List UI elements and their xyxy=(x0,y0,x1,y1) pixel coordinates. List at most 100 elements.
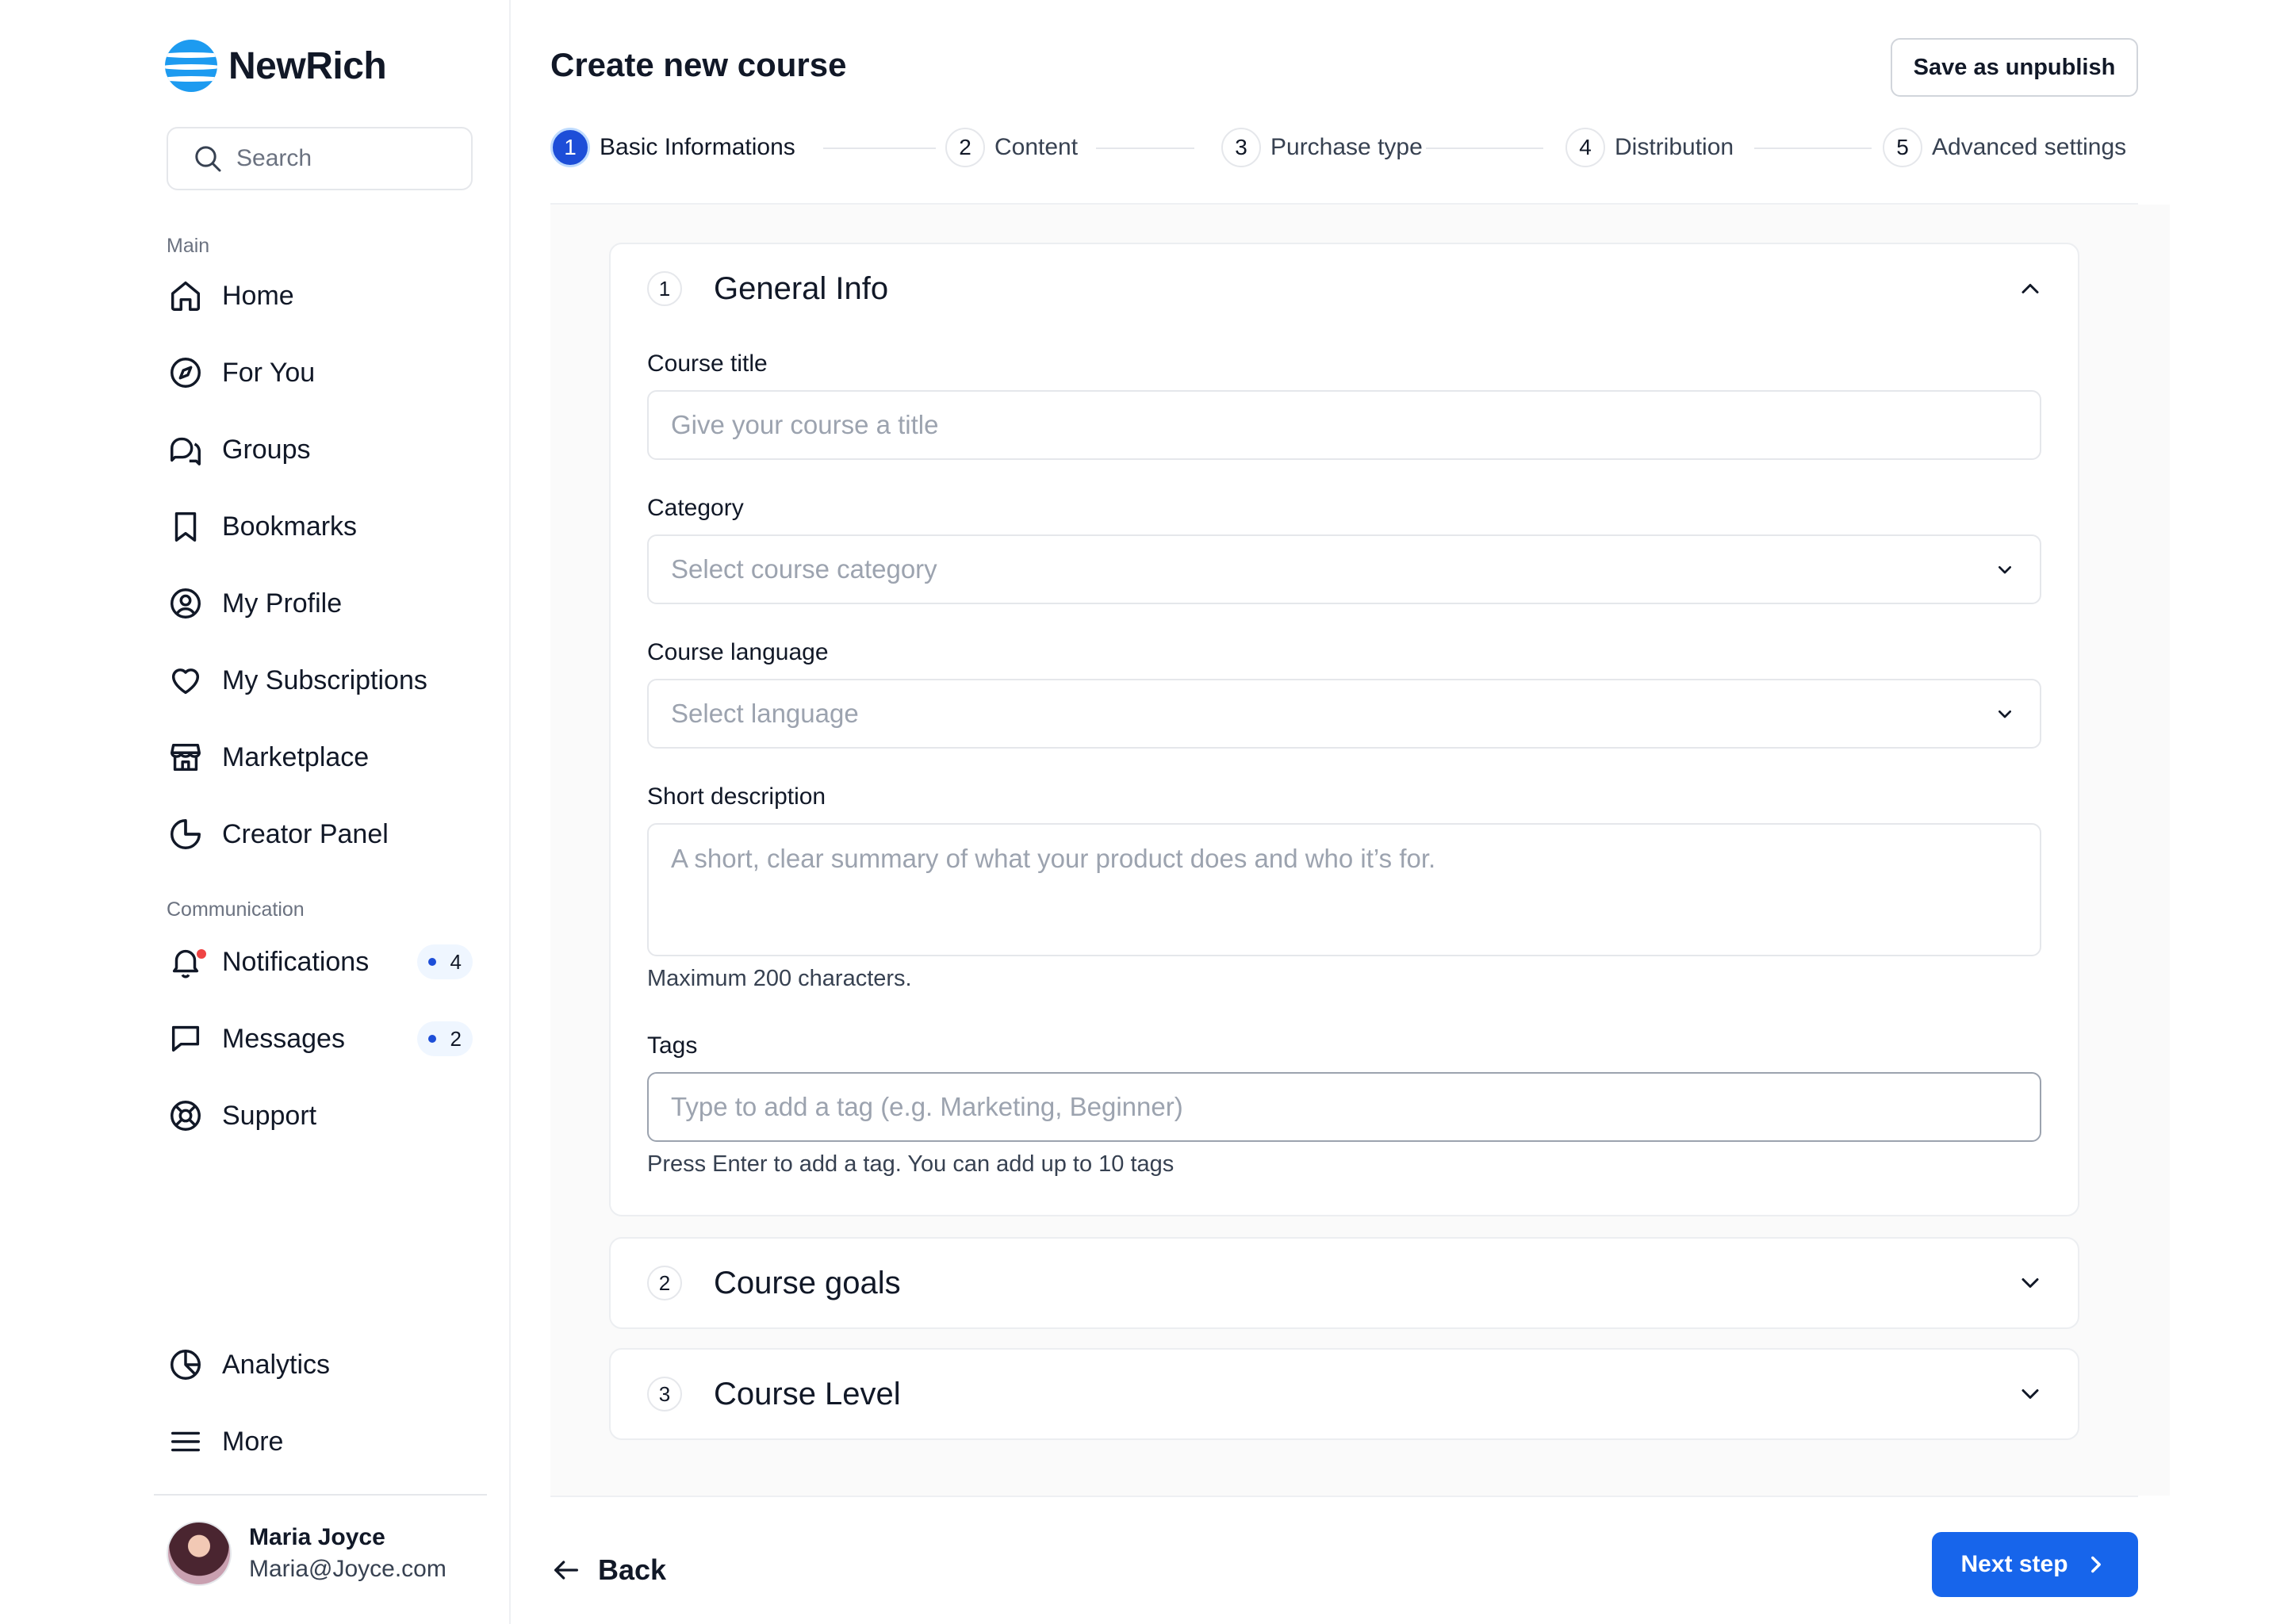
section-number: 1 xyxy=(647,271,682,306)
sidebar-item-label: Marketplace xyxy=(222,741,370,772)
app-name: NewRich xyxy=(228,44,387,87)
step-advanced-settings[interactable]: 5 Advanced settings xyxy=(1883,124,2126,171)
chevron-up-icon[interactable] xyxy=(2016,274,2044,303)
step-number: 4 xyxy=(1565,128,1605,167)
step-purchase-type[interactable]: 3 Purchase type xyxy=(1221,124,1423,171)
general-info-card: 1 General Info Course title Give your co… xyxy=(609,243,2079,1216)
sidebar-item-label: Messages xyxy=(222,1023,345,1054)
message-icon xyxy=(167,1020,205,1058)
general-info-header[interactable]: 1 General Info xyxy=(647,244,2044,333)
section-label-main: Main xyxy=(167,235,210,257)
app-logo[interactable]: NewRich xyxy=(165,40,387,92)
course-language-label: Course language xyxy=(647,639,829,665)
short-description-textarea[interactable]: A short, clear summary of what your prod… xyxy=(647,823,2041,956)
course-language-select[interactable]: Select language xyxy=(647,679,2041,749)
analytics-icon xyxy=(167,1346,205,1384)
step-label: Distribution xyxy=(1615,134,1734,160)
chevron-down-icon[interactable] xyxy=(2016,1380,2044,1408)
step-label: Content xyxy=(994,134,1079,160)
sidebar-item-label: Notifications xyxy=(222,946,370,977)
sidebar-item-label: My Subscriptions xyxy=(222,665,427,695)
step-connector xyxy=(1426,147,1543,149)
course-level-header[interactable]: 3 Course Level xyxy=(647,1350,2044,1438)
store-icon xyxy=(167,738,205,776)
sidebar-item-more[interactable]: More xyxy=(167,1415,473,1468)
home-icon xyxy=(167,277,205,315)
sidebar-item-label: Bookmarks xyxy=(222,511,358,542)
sidebar-item-bookmarks[interactable]: Bookmarks xyxy=(167,500,473,553)
step-number: 3 xyxy=(1221,128,1261,167)
category-label: Category xyxy=(647,495,744,521)
sidebar-item-label: For You xyxy=(222,357,316,388)
course-goals-header[interactable]: 2 Course goals xyxy=(647,1239,2044,1327)
sidebar: NewRich Search Main Home For You Groups … xyxy=(0,0,511,1624)
page-title: Create new course xyxy=(550,46,847,83)
notification-dot xyxy=(197,949,206,959)
step-basic-informations[interactable]: 1 Basic Informations xyxy=(550,124,795,171)
step-connector xyxy=(1096,147,1194,149)
messages-count-badge: 2 xyxy=(416,1021,473,1056)
sidebar-item-notifications[interactable]: Notifications 4 xyxy=(167,936,473,988)
logo-icon xyxy=(165,40,217,92)
section-title: General Info xyxy=(714,270,889,306)
sidebar-item-label: Creator Panel xyxy=(222,818,389,849)
description-hint: Maximum 200 characters. xyxy=(647,966,912,991)
stepper: 1 Basic Informations 2 Content 3 Purchas… xyxy=(550,124,2138,171)
course-goals-card[interactable]: 2 Course goals xyxy=(609,1237,2079,1329)
chat-bubbles-icon xyxy=(167,431,205,469)
section-label-communication: Communication xyxy=(167,898,305,921)
section-number: 3 xyxy=(647,1377,682,1411)
pie-chart-icon xyxy=(167,815,205,853)
step-connector xyxy=(823,147,936,149)
course-title-placeholder: Give your course a title xyxy=(671,410,939,439)
sidebar-item-for-you[interactable]: For You xyxy=(167,347,473,399)
chevron-down-icon xyxy=(1998,566,2011,574)
sidebar-item-home[interactable]: Home xyxy=(167,270,473,322)
sidebar-item-my-profile[interactable]: My Profile xyxy=(167,577,473,630)
step-number: 5 xyxy=(1883,128,1922,167)
tags-input[interactable]: Type to add a tag (e.g. Marketing, Begin… xyxy=(647,1072,2041,1142)
tags-label: Tags xyxy=(647,1032,698,1059)
save-as-unpublish-button[interactable]: Save as unpublish xyxy=(1891,38,2138,97)
course-level-card[interactable]: 3 Course Level xyxy=(609,1348,2079,1440)
description-placeholder: A short, clear summary of what your prod… xyxy=(671,844,1436,873)
bell-icon xyxy=(167,943,206,981)
user-name: Maria Joyce xyxy=(249,1524,385,1550)
user-email: Maria@Joyce.com xyxy=(249,1556,446,1582)
notifications-count-badge: 4 xyxy=(416,944,473,979)
avatar xyxy=(167,1521,232,1586)
sidebar-item-groups[interactable]: Groups xyxy=(167,423,473,476)
sidebar-item-my-subscriptions[interactable]: My Subscriptions xyxy=(167,654,473,707)
next-step-button[interactable]: Next step xyxy=(1932,1532,2138,1597)
search-placeholder: Search xyxy=(236,145,312,171)
step-content[interactable]: 2 Content xyxy=(945,124,1078,171)
sidebar-divider xyxy=(154,1494,487,1496)
sidebar-item-support[interactable]: Support xyxy=(167,1090,473,1142)
tags-placeholder: Type to add a tag (e.g. Marketing, Begin… xyxy=(671,1092,1183,1121)
back-label: Back xyxy=(598,1553,667,1586)
chevron-down-icon[interactable] xyxy=(2016,1269,2044,1297)
search-input[interactable]: Search xyxy=(167,127,473,190)
course-title-input[interactable]: Give your course a title xyxy=(647,390,2041,460)
step-number: 2 xyxy=(945,128,985,167)
user-profile[interactable]: Maria Joyce Maria@Joyce.com xyxy=(167,1521,446,1586)
sidebar-item-marketplace[interactable]: Marketplace xyxy=(167,731,473,783)
sidebar-item-messages[interactable]: Messages 2 xyxy=(167,1013,473,1065)
step-distribution[interactable]: 4 Distribution xyxy=(1565,124,1734,171)
section-title: Course goals xyxy=(714,1265,901,1300)
footer-divider xyxy=(550,1496,2138,1497)
step-connector xyxy=(1754,147,1872,149)
heart-icon xyxy=(167,661,205,699)
sidebar-item-creator-panel[interactable]: Creator Panel xyxy=(167,808,473,860)
search-icon xyxy=(195,146,221,172)
back-button[interactable]: Back xyxy=(550,1546,666,1594)
short-description-label: Short description xyxy=(647,783,826,810)
category-select[interactable]: Select course category xyxy=(647,534,2041,604)
course-title-label: Course title xyxy=(647,350,768,377)
sidebar-item-label: More xyxy=(222,1426,284,1457)
sidebar-item-label: Groups xyxy=(222,434,311,465)
step-label: Advanced settings xyxy=(1932,134,2127,160)
chevron-right-icon xyxy=(2090,1556,2101,1573)
step-number: 1 xyxy=(550,128,590,167)
sidebar-item-analytics[interactable]: Analytics xyxy=(167,1339,473,1391)
